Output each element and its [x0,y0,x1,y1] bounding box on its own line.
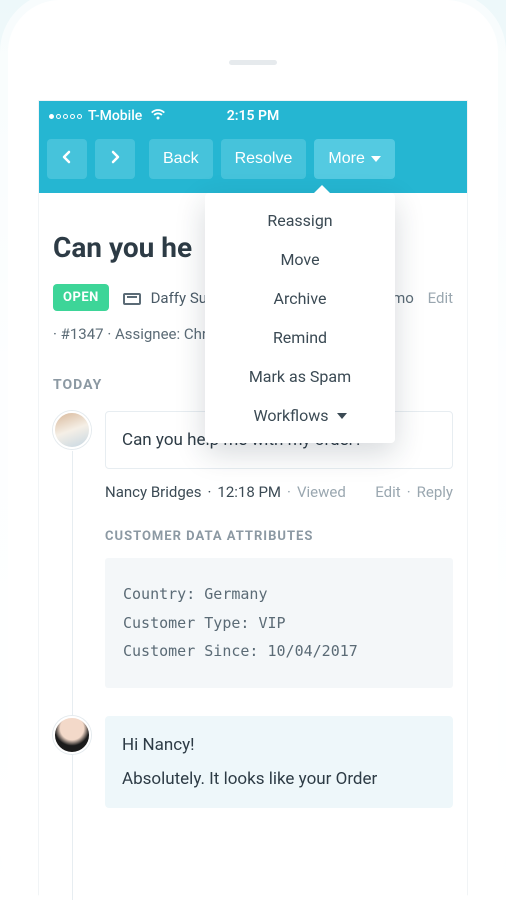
chevron-down-icon [371,156,381,162]
customer-data-line: Customer Type: VIP [123,609,435,638]
menu-item-workflows-label: Workflows [253,406,328,425]
nav-prev-button[interactable] [47,139,87,179]
toolbar: Back Resolve More [39,131,467,193]
avatar [53,411,91,449]
avatar [53,716,91,754]
message-status: Viewed [297,483,346,501]
nav-next-button[interactable] [95,139,135,179]
speaker-notch [229,60,277,65]
mailbox-name: Daffy Su [151,289,207,307]
chevron-left-icon [62,150,72,169]
menu-item-move[interactable]: Move [205,240,395,279]
message-edit-link[interactable]: Edit [375,483,400,501]
message-author: Nancy Bridges [105,483,201,501]
carrier-label: T-Mobile [88,108,142,124]
message-meta: Nancy Bridges · 12:18 PM · Viewed Edit ·… [105,483,453,501]
status-badge: OPEN [53,284,109,311]
wifi-icon [150,108,166,124]
customer-data-line: Customer Since: 10/04/2017 [123,637,435,666]
chevron-right-icon [110,150,120,169]
message-body: Hi Nancy! Absolutely. It looks like your… [105,716,453,808]
message-line: Absolutely. It looks like your Order [122,769,436,789]
screen: T-Mobile 2:15 PM Back Resolve More [38,100,468,900]
more-dropdown: Reassign Move Archive Remind Mark as Spa… [205,193,395,443]
customer-data-line: Country: Germany [123,580,435,609]
device-frame: T-Mobile 2:15 PM Back Resolve More [8,0,498,900]
signal-dots-icon [49,114,82,119]
menu-item-reassign[interactable]: Reassign [205,201,395,240]
back-button[interactable]: Back [149,139,213,179]
menu-item-remind[interactable]: Remind [205,318,395,357]
customer-data-section-label: CUSTOMER DATA ATTRIBUTES [105,529,453,544]
more-button[interactable]: More [314,139,394,179]
message-customer: Can you help me with my order? Nancy Bri… [53,411,453,688]
customer-data-box: Country: Germany Customer Type: VIP Cust… [105,558,453,688]
chevron-down-icon [337,413,347,419]
inbox-icon [123,293,141,305]
message-time: 12:18 PM [217,483,281,501]
menu-item-mark-as-spam[interactable]: Mark as Spam [205,357,395,396]
content: Reassign Move Archive Remind Mark as Spa… [39,193,467,808]
message-agent: Hi Nancy! Absolutely. It looks like your… [53,716,453,808]
menu-item-archive[interactable]: Archive [205,279,395,318]
message-reply-link[interactable]: Reply [417,483,453,501]
message-line: Hi Nancy! [122,735,436,755]
resolve-button[interactable]: Resolve [221,139,307,179]
status-bar: T-Mobile 2:15 PM [39,101,467,131]
thread: Can you help me with my order? Nancy Bri… [53,411,453,808]
menu-item-workflows[interactable]: Workflows [205,396,395,435]
clock: 2:15 PM [227,108,280,124]
more-label: More [328,150,364,168]
edit-tags-link[interactable]: Edit [428,289,453,307]
